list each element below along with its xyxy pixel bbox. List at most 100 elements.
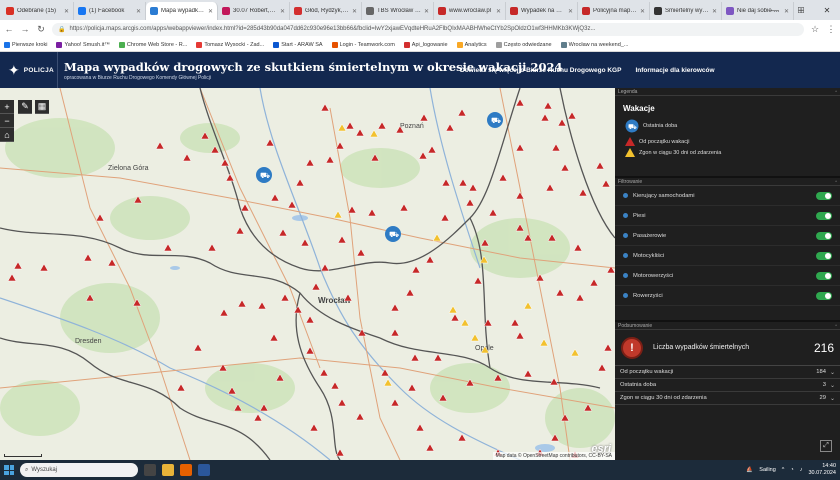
bookmark-item[interactable]: Yahoo! Smush.it™ [56, 41, 110, 48]
bookmark-item[interactable]: Api_logowanie [403, 41, 448, 48]
tab-favicon-icon [654, 7, 662, 15]
last-day-legend-icon: ⛟ [625, 119, 639, 133]
tab-close-icon[interactable]: ✕ [424, 8, 429, 15]
filter-toggle[interactable] [816, 291, 832, 300]
tray-chevron-icon[interactable]: ^ [782, 467, 785, 473]
address-bar-row: ← → ↻ 🔒 https://policja.maps.arcgis.com/… [0, 20, 840, 38]
bookmark-item[interactable]: Pierwsze kroki [4, 41, 48, 48]
death-30d-legend-icon [625, 148, 635, 157]
tab-close-icon[interactable]: ✕ [208, 8, 213, 15]
file-explorer-icon[interactable] [162, 464, 174, 476]
collapse-legend-icon[interactable]: ▫ [835, 89, 837, 95]
tab-close-icon[interactable]: ✕ [568, 8, 573, 15]
zoom-out-button[interactable]: − [0, 114, 14, 128]
clock[interactable]: 14:40 30.07.2024 [808, 463, 836, 477]
browser-tab[interactable]: Śmiertelny wyp... ✕ [650, 2, 722, 20]
bookmark-label: Analytics [464, 41, 487, 48]
browser-tab[interactable]: Wypadek na W... ✕ [506, 2, 578, 20]
filter-toggle[interactable] [816, 271, 832, 280]
browser-tab[interactable]: TBS Wrocław mieszk...✕ [362, 2, 434, 20]
menu-icon[interactable]: ⋮ [826, 24, 836, 35]
chevron-down-icon[interactable]: ⌄ [830, 382, 835, 389]
draw-tool-icon[interactable]: ✎ [18, 100, 32, 114]
police-logo: ✦ POLICJA [0, 52, 58, 88]
back-icon[interactable]: ← [4, 24, 14, 34]
svg-text:⛟: ⛟ [389, 230, 399, 239]
browser-tab[interactable]: 30.07 Robert, M... ✕ [218, 2, 290, 20]
collapse-summary-icon[interactable]: ▫ [835, 323, 837, 329]
browser-tab[interactable]: Policyjna mapa... ✕ [578, 2, 650, 20]
browser-tab[interactable]: Mapa wypadków ✕ [146, 2, 218, 20]
home-button[interactable]: ⌂ [0, 128, 14, 142]
bookmark-item[interactable]: Login - Teamwork.com [331, 41, 395, 48]
map-view[interactable]: Wrocław Dresden Zielona Góra Poznań Opol… [0, 88, 615, 460]
summary-row-value: 29 [819, 395, 826, 401]
word-icon[interactable] [198, 464, 210, 476]
tab-close-icon[interactable]: ✕ [280, 8, 285, 15]
url-field[interactable]: 🔒 https://policja.maps.arcgis.com/apps/w… [52, 22, 804, 36]
bookmark-icon [495, 41, 502, 48]
bookmark-item[interactable]: Często odwiedzane [495, 41, 552, 48]
tab-label: Odebrane (15) [17, 8, 57, 14]
page-subtitle: opracowana w Biurze Ruchu Drogowego Kome… [64, 74, 212, 81]
task-view-icon[interactable] [144, 464, 156, 476]
bookmark-item[interactable]: Start - ARAW SA [273, 41, 323, 48]
filter-toggle[interactable] [816, 211, 832, 220]
tab-close-icon[interactable]: ✕ [352, 8, 357, 15]
link-more-info[interactable]: Dowiedz się więcej o Biurze Ruchu Drogow… [460, 67, 621, 74]
filter-layer-icon [623, 213, 628, 218]
bookmark-item[interactable]: Chrome Web Store - R... [118, 41, 187, 48]
bookmark-item[interactable]: Analytics [456, 41, 487, 48]
filter-toggle[interactable] [816, 191, 832, 200]
legend-item-death-30d: Zgon w ciągu 30 dni od zdarzenia [639, 149, 722, 156]
wifi-icon[interactable]: ◔ [790, 467, 793, 473]
chevron-down-icon[interactable]: ⌄ [830, 369, 835, 376]
filter-toggle[interactable] [816, 231, 832, 240]
filter-row: Motocykliści [615, 246, 840, 266]
bookmark-item[interactable]: Tomasz Wysocki - Zad... [196, 41, 264, 48]
search-icon: ⌕ [25, 466, 29, 473]
basemap-gallery-icon[interactable]: ▦ [35, 100, 49, 114]
tab-close-icon[interactable]: ✕ [136, 8, 141, 15]
link-drivers-info[interactable]: Informacje dla kierowców [635, 67, 714, 74]
bookmark-label: Start - ARAW SA [281, 41, 323, 48]
tab-close-icon[interactable]: ✕ [64, 8, 69, 15]
filter-row: Piesi [615, 206, 840, 226]
close-window-button[interactable]: ✕ [814, 0, 840, 20]
browser-tab[interactable]: www.wroclaw.pl ✕ [434, 2, 506, 20]
reload-icon[interactable]: ↻ [36, 24, 46, 35]
star-icon[interactable]: ☆ [810, 24, 820, 35]
tab-label: Głód, Rydzyk, Cz... [305, 8, 349, 14]
maximize-button[interactable]: ☐ [788, 0, 814, 20]
collapse-filter-icon[interactable]: ▫ [835, 179, 837, 185]
bookmark-icon [456, 41, 463, 48]
tab-favicon-icon [294, 7, 302, 15]
window-controls: — ☐ ✕ [762, 0, 840, 20]
tab-close-icon[interactable]: ✕ [640, 8, 645, 15]
bookmark-item[interactable]: Wrocław na weekend_... [560, 41, 628, 48]
zoom-in-button[interactable]: + [0, 100, 14, 114]
tab-label: Policyjna mapa... [593, 8, 637, 14]
browser-tab[interactable]: Odebrane (15) ✕ [2, 2, 74, 20]
forward-icon[interactable]: → [20, 24, 30, 34]
browser-tab[interactable]: Głód, Rydzyk, Cz...✕ [290, 2, 362, 20]
city-label-zielona-gora: Zielona Góra [108, 165, 149, 172]
volume-icon[interactable]: ♪ [800, 467, 803, 473]
browser-tab[interactable]: (1) Facebook ✕ [74, 2, 146, 20]
bookmark-icon [4, 41, 10, 48]
fullscreen-icon[interactable]: ⤢ [820, 440, 832, 452]
filter-toggle[interactable] [816, 251, 832, 260]
windows-start-icon[interactable] [4, 465, 14, 475]
bookmark-label: Pierwsze kroki [12, 41, 48, 48]
firefox-icon[interactable] [180, 464, 192, 476]
chevron-down-icon[interactable]: ⌄ [830, 395, 835, 402]
taskbar-search[interactable]: ⌕ Wyszukaj [20, 463, 138, 477]
minimize-button[interactable]: — [762, 0, 788, 20]
legend-item-last-day: Ostatnia doba [643, 123, 678, 129]
summary-row: Ostatnia doba 3 ⌄ [615, 379, 840, 392]
bookmark-icon [56, 41, 63, 48]
tab-close-icon[interactable]: ✕ [496, 8, 501, 15]
bookmark-icon [403, 41, 410, 48]
tab-close-icon[interactable]: ✕ [712, 8, 717, 15]
summary-panel: Podsumowanie ▫ ! Liczba wypadków śmiertel… [615, 320, 840, 460]
